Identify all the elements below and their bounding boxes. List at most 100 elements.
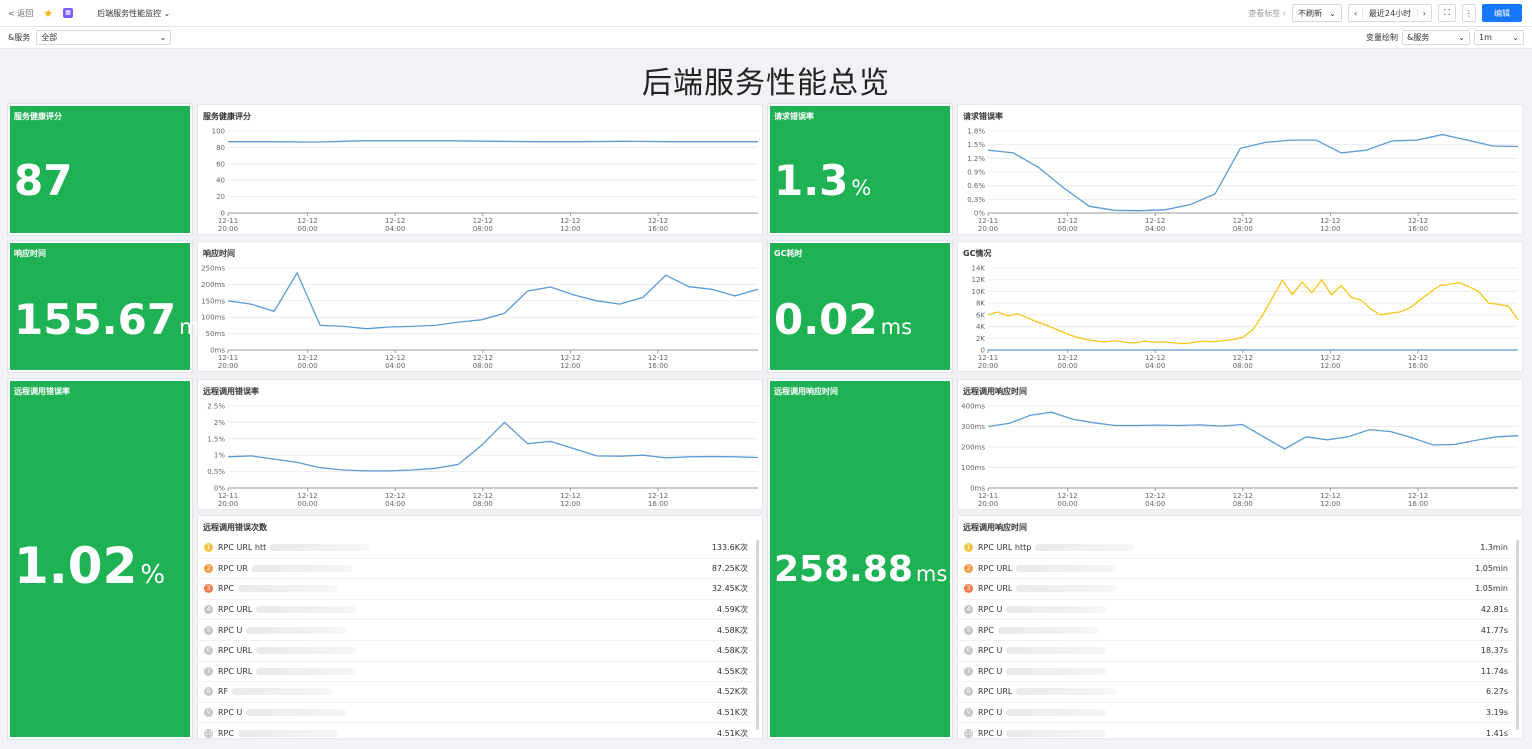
list-item-value: 4.55K次 [716,666,748,676]
x-tick-label: 20:00 [978,362,998,370]
x-tick-label: 16:00 [1408,500,1428,508]
service-filter-select[interactable]: 全部 ⌄ [36,30,172,45]
list-item-value: 133.6K次 [711,543,748,553]
x-tick-label: 08:00 [473,225,493,233]
y-tick-label: 0.9% [967,169,985,177]
list-item-label: RPC U [978,708,1003,718]
list-item[interactable]: 6 RPC URL 4.58K次 [198,641,754,662]
list-item[interactable]: 5 RPC 41.77s [958,620,1514,641]
list-item[interactable]: 3 RPC URL 1.05min [958,579,1514,600]
list-item-label: RPC URL http [978,543,1032,553]
line-chart: 14K12K10K8K6K4K2K012-1120:0012-1200:0012… [972,265,1519,370]
variable-select-value: &服务 [1407,33,1430,42]
list-item[interactable]: 8 RF 4.52K次 [198,682,754,703]
refresh-select[interactable]: 不刷新 ⌄ [1292,4,1342,22]
list-item[interactable]: 10 RPC 4.51K次 [198,723,754,738]
y-tick-label: 40 [216,177,225,185]
chart-panel-response-time: 响应时间 250ms 200ms 150ms 100ms 50ms 0ms 12-11 20:… [197,241,763,372]
x-tick-label: 12-12 [1233,217,1253,225]
y-tick-label: 1.5% [207,435,225,443]
series-line [987,278,1519,345]
interval-select[interactable]: 1m ⌄ [1474,30,1524,45]
rank-medal-icon: 10 [964,728,973,738]
list-item[interactable]: 6 RPC U 18.37s [958,641,1514,662]
y-tick-label: 2.5% [207,403,225,411]
fullscreen-icon[interactable]: ⛶ [1438,4,1456,22]
series-line [987,411,1519,450]
scrollbar[interactable] [1516,540,1519,730]
rank-medal-icon: 8 [964,687,973,697]
list-item-label: RPC URL [978,584,1013,594]
y-tick-label: 60 [216,160,225,168]
y-tick-label: 2K [976,335,985,343]
chevron-left-icon[interactable]: ‹ [1349,8,1364,18]
x-tick-label: 12-12 [1057,492,1077,500]
y-tick-label: 300ms [961,423,985,431]
x-tick-label: 12:00 [1320,225,1340,233]
redacted-text [246,626,347,634]
chevron-right-icon[interactable]: › [1416,8,1431,18]
list-item-label: RPC U [218,625,243,635]
list-item[interactable]: 8 RPC URL 6.27s [958,682,1514,703]
stat-title: 服务健康评分 [14,112,62,121]
list-item-value: 32.45K次 [711,584,748,594]
app-icon: ▦ [63,8,74,18]
time-range-picker[interactable]: ‹ 最近24小时 › [1348,4,1432,22]
y-tick-label: 200ms [961,444,985,452]
service-filter-label: &服务 [8,33,31,42]
list-item[interactable]: 2 RPC URL 1.05min [958,559,1514,580]
list-item[interactable]: 4 RPC URL 4.59K次 [198,600,754,621]
x-tick-label: 20:00 [218,500,238,508]
list-item-label: RPC UR [218,563,248,573]
list-item[interactable]: 5 RPC U 4.58K次 [198,620,754,641]
x-tick-label: 12-12 [1320,492,1340,500]
list-item-value: 1.05min [1475,584,1508,594]
y-tick-label: 1.2% [967,155,985,163]
rank-medal-icon: 2 [964,563,973,573]
list-item[interactable]: 10 RPC U 1.41s [958,723,1514,738]
list-item[interactable]: 4 RPC U 42.81s [958,600,1514,621]
filter-bar: &服务 全部 ⌄ 变量绘制 &服务 ⌄ 1m ⌄ [0,27,1532,49]
x-tick-label: 00:00 [298,500,318,508]
x-tick-label: 12-12 [385,354,405,362]
back-link[interactable]: < 返回 [8,8,33,19]
stat-health-score: 服务健康评分 87 [7,103,193,236]
list-item[interactable]: 1 RPC URL htt 133.6K次 [198,538,754,559]
stat-title: GC耗时 [774,249,803,258]
more-icon[interactable]: ⋮ [1462,4,1476,22]
list-item[interactable]: 2 RPC UR 87.25K次 [198,559,754,580]
list-item[interactable]: 7 RPC URL 4.55K次 [198,662,754,683]
list-item-label: RPC [218,584,234,594]
star-icon[interactable]: ★ [43,7,53,20]
variable-select[interactable]: &服务 ⌄ [1402,30,1470,45]
refresh-select-value: 不刷新 [1298,8,1322,18]
dashboard-selector[interactable]: 后端服务性能监控 ⌄ [97,8,170,19]
rank-medal-icon: 2 [204,563,213,573]
y-tick-label: 150ms [201,297,225,305]
stat-title: 远程调用错误率 [14,387,70,396]
list-item[interactable]: 9 RPC U 3.19s [958,703,1514,724]
rank-medal-icon: 9 [964,708,973,718]
x-tick-label: 08:00 [1233,225,1253,233]
stat-value: 1.3% [774,156,871,205]
list-item-label: RPC URL [218,646,253,656]
y-tick-label: 12K [972,276,986,284]
stat-remote-error-rate: 远程调用错误率 1.02% [7,378,193,740]
view-label-link[interactable]: 查看标签 › [1248,8,1286,19]
edit-button[interactable]: 编辑 [1482,4,1522,22]
list-item[interactable]: 7 RPC U 11.74s [958,662,1514,683]
scrollbar[interactable] [756,540,759,730]
stat-number: 258.88 [774,549,913,590]
x-tick-label: 08:00 [473,362,493,370]
time-range-value: 最近24小时 [1368,8,1412,18]
line-chart: 2.5%2%1.5%1%0.5%0%12-1120:0012-1200:0012… [207,403,759,508]
list-item[interactable]: 3 RPC 32.45K次 [198,579,754,600]
x-tick-label: 12-12 [385,217,405,225]
dashboard-title: 后端服务性能总览 [642,66,890,101]
stat-title: 远程调用响应时间 [774,387,838,396]
x-tick-label: 12-12 [1408,217,1428,225]
list-item-value: 4.59K次 [716,605,748,615]
list-item[interactable]: 9 RPC U 4.51K次 [198,703,754,724]
x-tick-label: 04:00 [1145,362,1165,370]
list-item[interactable]: 1 RPC URL http 1.3min [958,538,1514,559]
